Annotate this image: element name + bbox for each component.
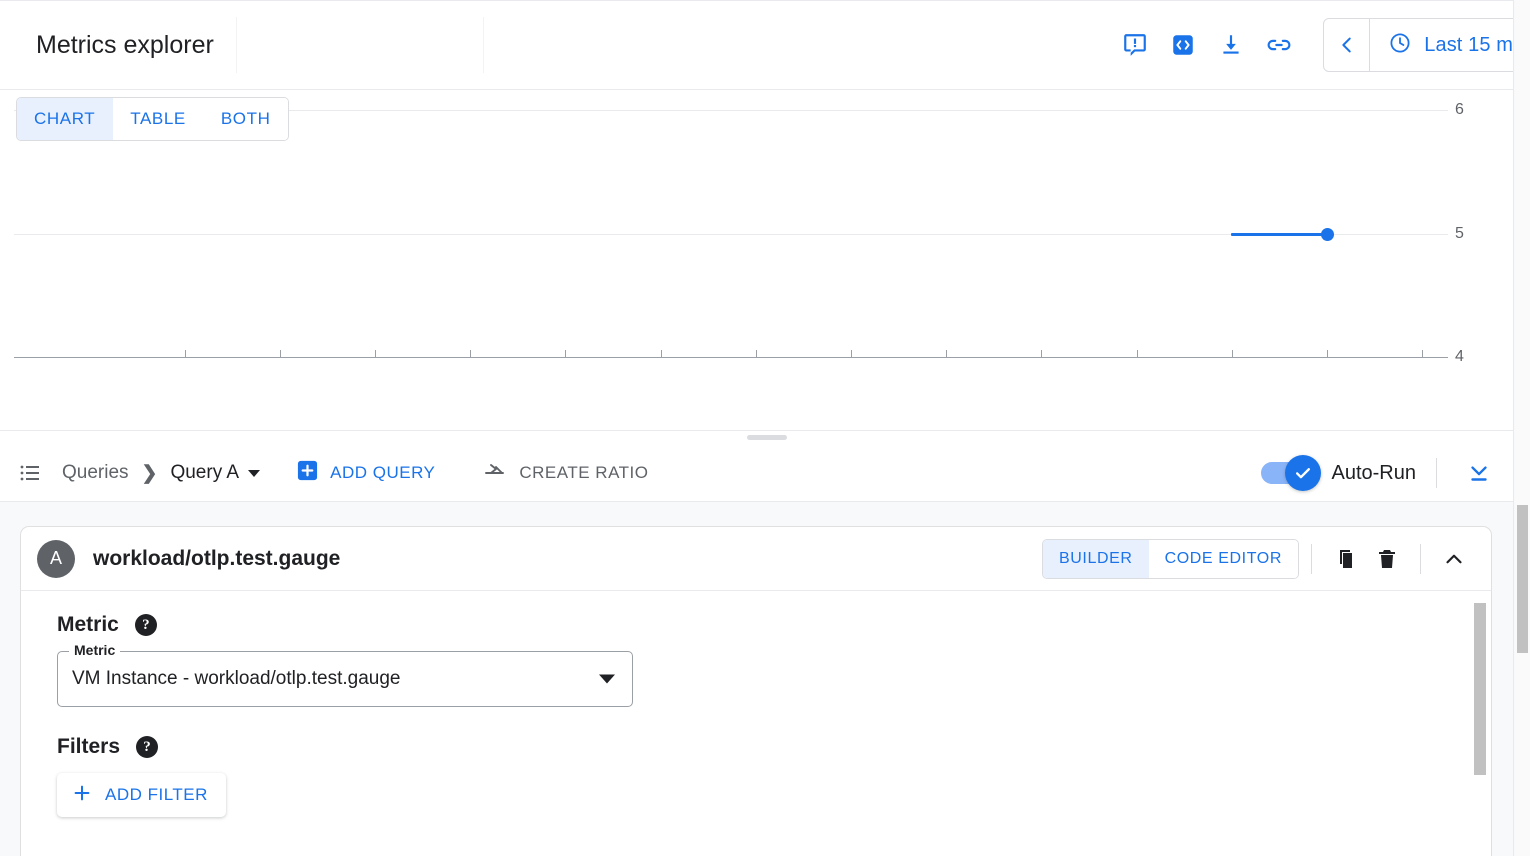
metric-section-title: Metric bbox=[57, 613, 119, 637]
query-card-scrollbar[interactable] bbox=[1474, 603, 1486, 855]
add-filter-button[interactable]: ADD FILTER bbox=[57, 773, 226, 817]
query-selector[interactable]: Query A bbox=[170, 462, 260, 484]
time-range-label: Last 15 m bbox=[1424, 34, 1513, 57]
queries-toolbar: Queries ❯ Query A ADD QUERY CREATE RATIO bbox=[0, 445, 1513, 502]
breadcrumb-separator: ❯ bbox=[142, 462, 158, 485]
xtick-10 bbox=[1137, 350, 1138, 358]
add-square-icon bbox=[296, 459, 319, 487]
time-back-button[interactable] bbox=[1324, 19, 1370, 71]
tab-both[interactable]: BOTH bbox=[204, 98, 289, 140]
code-icon[interactable] bbox=[1159, 21, 1207, 69]
header-divider-2 bbox=[483, 17, 484, 73]
queries-list-icon[interactable] bbox=[18, 461, 42, 485]
query-card-title: workload/otlp.test.gauge bbox=[93, 547, 340, 571]
xtick-2 bbox=[375, 350, 376, 358]
ytick-label-5: 5 bbox=[1455, 225, 1464, 243]
time-range-selector[interactable]: Last 15 m bbox=[1370, 19, 1529, 71]
series-point-last[interactable] bbox=[1321, 228, 1334, 241]
add-filter-label: ADD FILTER bbox=[105, 785, 208, 805]
xtick-9 bbox=[1041, 350, 1042, 358]
header-actions bbox=[1111, 21, 1303, 69]
link-icon[interactable] bbox=[1255, 21, 1303, 69]
query-card-scroll-thumb[interactable] bbox=[1474, 603, 1486, 775]
duplicate-icon[interactable] bbox=[1324, 538, 1366, 580]
query-card-area: A workload/otlp.test.gauge BUILDER CODE … bbox=[0, 502, 1513, 856]
chevron-up-icon[interactable] bbox=[1433, 538, 1475, 580]
avatar: A bbox=[37, 540, 75, 578]
page-scrollbar-track[interactable] bbox=[1515, 0, 1530, 856]
xtick-6 bbox=[756, 350, 757, 358]
metric-select[interactable]: Metric VM Instance - workload/otlp.test.… bbox=[57, 651, 633, 707]
series-line-otlp-test-gauge bbox=[1231, 233, 1327, 236]
chart-panel: 6 5 4 UTC-4 11:08 PM 11:09 PM 11:10 PM 1… bbox=[0, 91, 1513, 430]
auto-run-toggle-knob bbox=[1285, 455, 1321, 491]
query-card-body: Metric ? Metric VM Instance - workload/o… bbox=[21, 591, 1491, 817]
create-ratio-button[interactable]: CREATE RATIO bbox=[483, 459, 648, 488]
query-card: A workload/otlp.test.gauge BUILDER CODE … bbox=[20, 526, 1492, 856]
trash-icon[interactable] bbox=[1366, 538, 1408, 580]
chart-plot-area: 6 5 4 bbox=[0, 91, 1513, 430]
panel-splitter bbox=[0, 430, 1513, 445]
create-ratio-label: CREATE RATIO bbox=[519, 463, 648, 483]
xtick-4 bbox=[565, 350, 566, 358]
chevron-down-icon bbox=[599, 675, 615, 684]
tab-chart[interactable]: CHART bbox=[17, 98, 113, 140]
xtick-13 bbox=[1422, 350, 1423, 358]
metric-select-label: Metric bbox=[69, 642, 120, 658]
xtick-0 bbox=[185, 350, 186, 358]
query-card-header: A workload/otlp.test.gauge BUILDER CODE … bbox=[21, 527, 1491, 591]
time-range-group: Last 15 m bbox=[1323, 18, 1530, 72]
help-icon-filters[interactable]: ? bbox=[136, 736, 158, 758]
plus-icon bbox=[71, 782, 93, 809]
filters-section-header: Filters ? bbox=[57, 735, 1491, 759]
page-scrollbar-thumb[interactable] bbox=[1517, 505, 1528, 653]
chart-view-tabs: CHART TABLE BOTH bbox=[16, 97, 289, 141]
query-selector-label: Query A bbox=[170, 462, 239, 484]
download-icon[interactable] bbox=[1207, 21, 1255, 69]
xtick-3 bbox=[470, 350, 471, 358]
add-query-button[interactable]: ADD QUERY bbox=[296, 459, 435, 487]
metric-select-value: VM Instance - workload/otlp.test.gauge bbox=[72, 668, 400, 690]
filters-section-title: Filters bbox=[57, 735, 120, 759]
toolbar-divider bbox=[1436, 458, 1437, 488]
app-header: Metrics explorer bbox=[0, 0, 1530, 90]
page-title: Metrics explorer bbox=[36, 31, 214, 60]
breadcrumb-queries[interactable]: Queries bbox=[62, 462, 129, 484]
xtick-12 bbox=[1327, 350, 1328, 358]
editor-mode-tabs: BUILDER CODE EDITOR bbox=[1042, 539, 1299, 579]
help-icon-metric[interactable]: ? bbox=[135, 614, 157, 636]
xtick-7 bbox=[851, 350, 852, 358]
tab-table[interactable]: TABLE bbox=[113, 98, 204, 140]
card-divider-1 bbox=[1311, 544, 1312, 574]
xtick-5 bbox=[661, 350, 662, 358]
xtick-8 bbox=[946, 350, 947, 358]
card-divider-2 bbox=[1420, 544, 1421, 574]
auto-run-toggle[interactable] bbox=[1261, 462, 1317, 484]
chevron-down-icon bbox=[248, 470, 260, 477]
clock-icon bbox=[1388, 31, 1412, 60]
auto-run-label: Auto-Run bbox=[1332, 462, 1417, 485]
ytick-label-4: 4 bbox=[1455, 348, 1464, 366]
tab-builder[interactable]: BUILDER bbox=[1043, 540, 1149, 578]
ratio-icon bbox=[483, 459, 507, 488]
ytick-label-6: 6 bbox=[1455, 101, 1464, 119]
feedback-icon[interactable] bbox=[1111, 21, 1159, 69]
add-query-label: ADD QUERY bbox=[330, 463, 435, 483]
metric-section-header: Metric ? bbox=[57, 613, 1491, 637]
splitter-drag-handle[interactable] bbox=[747, 435, 787, 440]
xtick-1 bbox=[280, 350, 281, 358]
header-divider-1 bbox=[236, 17, 237, 73]
collapse-all-icon[interactable] bbox=[1457, 451, 1501, 495]
auto-run-control: Auto-Run bbox=[1261, 462, 1417, 485]
tab-code-editor[interactable]: CODE EDITOR bbox=[1149, 540, 1298, 578]
xtick-11 bbox=[1232, 350, 1233, 358]
